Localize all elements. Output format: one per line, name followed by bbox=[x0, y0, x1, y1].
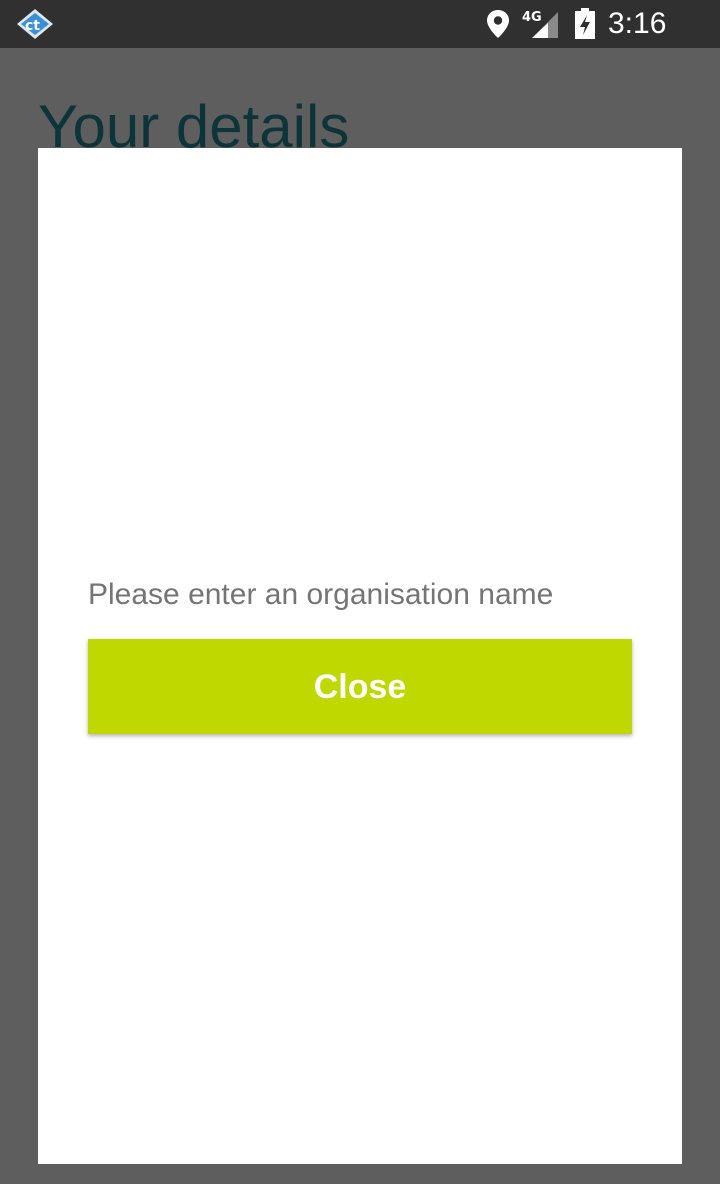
network-type-label: 4G bbox=[522, 10, 542, 25]
screen: ct 4G 3:16 Your details Please enter an … bbox=[0, 0, 720, 1184]
location-pin-icon bbox=[487, 10, 509, 38]
app-logo-icon: ct bbox=[17, 9, 53, 39]
status-bar: ct 4G 3:16 bbox=[0, 0, 720, 48]
battery-charging-icon bbox=[575, 8, 595, 39]
status-icons: 4G 3:16 bbox=[460, 0, 720, 48]
status-clock: 3:16 bbox=[608, 7, 667, 40]
alert-dialog: Please enter an organisation name Close bbox=[38, 148, 682, 1164]
svg-text:ct: ct bbox=[25, 18, 40, 34]
dialog-message: Please enter an organisation name bbox=[88, 578, 554, 611]
close-button[interactable]: Close bbox=[88, 639, 632, 734]
